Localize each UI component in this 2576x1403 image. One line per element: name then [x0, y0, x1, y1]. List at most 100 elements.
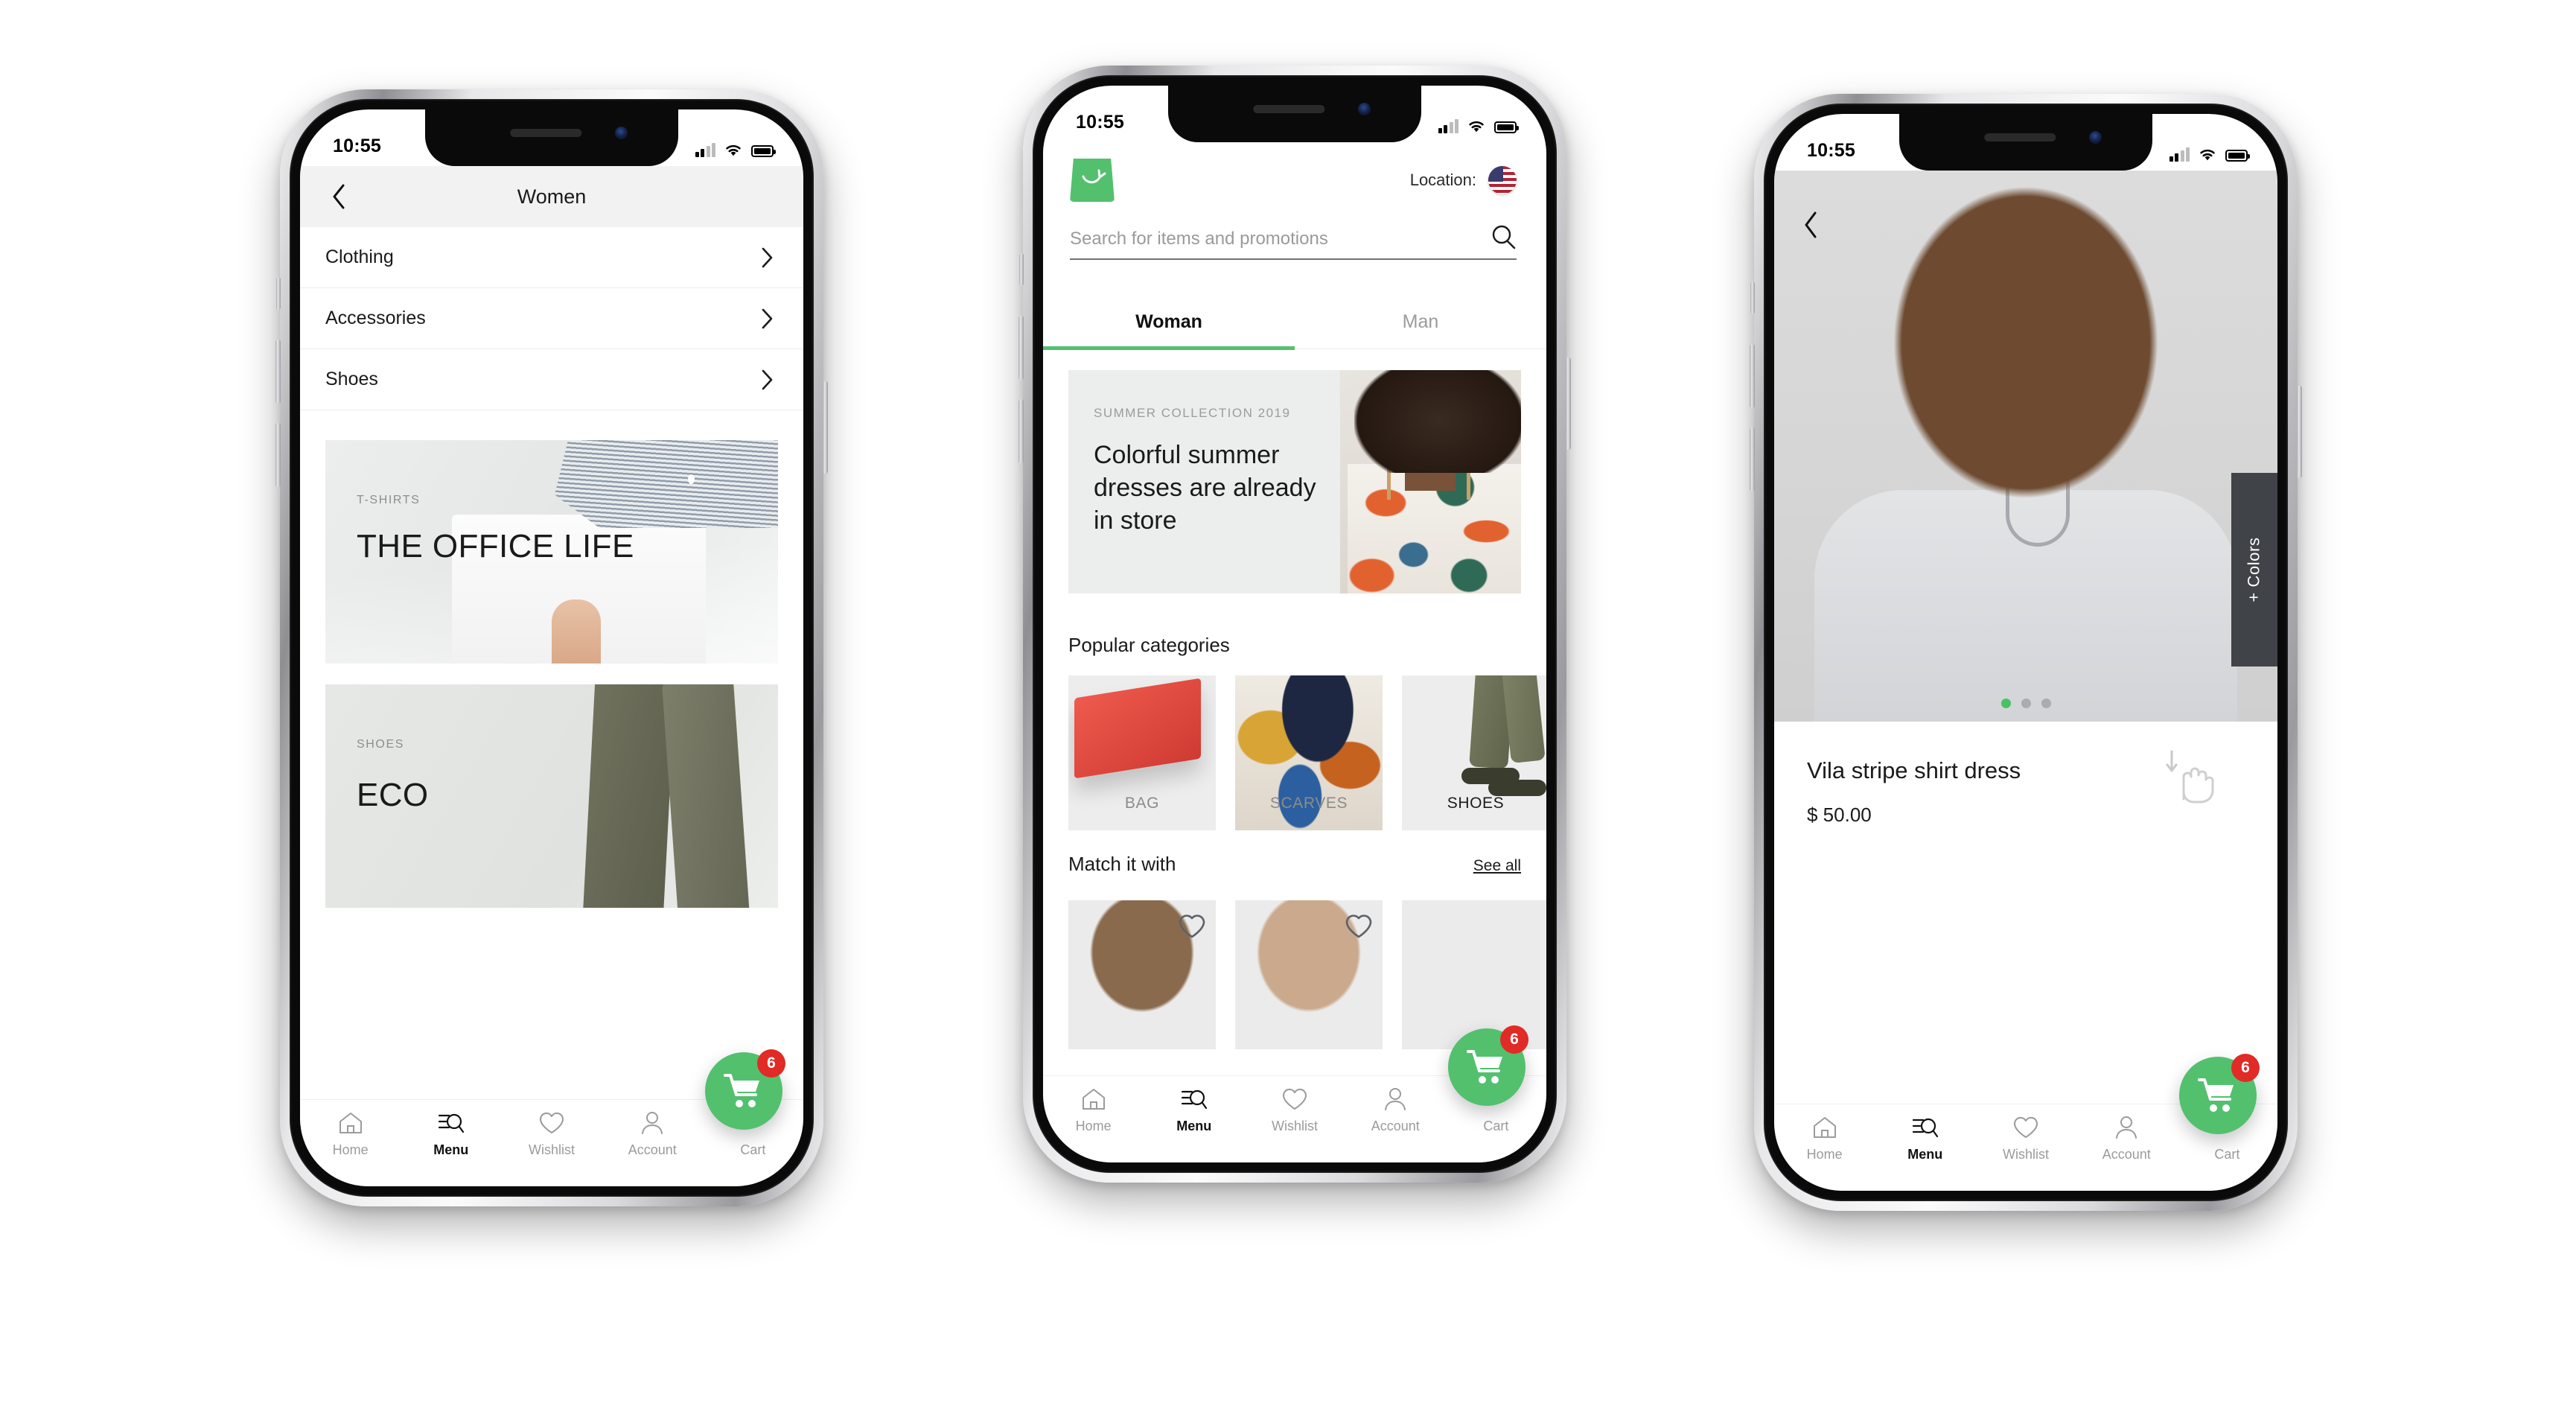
menu-search-icon — [1181, 1087, 1208, 1112]
home-icon — [338, 1110, 363, 1136]
phone-3-screen: 10:55 + Colors Vila stripe shirt dress $… — [1774, 114, 2277, 1191]
silent-switch[interactable] — [1019, 253, 1024, 286]
tab-wishlist[interactable]: Wishlist — [501, 1110, 602, 1158]
power-button[interactable] — [1566, 357, 1571, 450]
wishlist-button[interactable] — [1344, 912, 1374, 943]
home-icon — [1812, 1115, 1837, 1140]
cart-fab-button[interactable]: 6 — [2179, 1054, 2260, 1134]
chevron-left-icon — [1805, 211, 1817, 238]
volume-down-button[interactable] — [275, 423, 281, 487]
category-label: SCARVES — [1269, 795, 1348, 812]
promo-title: ECO — [357, 777, 429, 813]
tab-label: Menu — [1907, 1147, 1943, 1162]
silent-switch[interactable] — [276, 277, 281, 310]
power-button[interactable] — [2297, 386, 2302, 478]
phone-1-screen: 10:55 Women Clothing Accessories Shoes T… — [300, 109, 803, 1186]
pagination-dot[interactable] — [2021, 699, 2031, 708]
tab-home[interactable]: Home — [1774, 1115, 1875, 1162]
front-camera — [615, 127, 628, 139]
us-flag-icon — [1488, 166, 1517, 194]
tab-wishlist[interactable]: Wishlist — [1975, 1115, 2076, 1162]
category-card-bag[interactable]: BAG — [1068, 675, 1216, 830]
promo-banner-tshirts[interactable]: T-SHIRTS THE OFFICE LIFE — [325, 440, 778, 664]
chevron-right-icon — [762, 308, 773, 328]
category-card-scarves[interactable]: SCARVES — [1235, 675, 1383, 830]
power-button[interactable] — [823, 381, 828, 474]
hero-title: Colorful summer dresses are already in s… — [1094, 441, 1316, 535]
status-time: 10:55 — [333, 136, 381, 156]
cart-fab-button[interactable]: 6 — [1448, 1025, 1528, 1106]
chevron-left-icon — [333, 184, 345, 209]
tab-account[interactable]: Account — [1345, 1087, 1446, 1134]
wifi-icon — [2200, 149, 2215, 161]
list-item-label: Accessories — [325, 308, 426, 328]
hero-banner[interactable]: SUMMER COLLECTION 2019 Colorful summer d… — [1068, 370, 1521, 594]
product-card[interactable] — [1235, 900, 1383, 1049]
see-all-link[interactable]: See all — [1473, 857, 1521, 875]
shopping-cart-icon — [2198, 1078, 2234, 1112]
colors-tab-button[interactable]: + Colors — [2231, 473, 2277, 666]
wishlist-button[interactable] — [1177, 912, 1207, 943]
cart-badge: 6 — [2231, 1054, 2260, 1082]
tab-home[interactable]: Home — [1043, 1087, 1144, 1134]
page-header: Women — [300, 166, 803, 227]
status-indicators — [2169, 147, 2250, 162]
silent-switch[interactable] — [1750, 281, 1755, 314]
tab-menu[interactable]: Menu — [1875, 1115, 1975, 1162]
bag-arrow-glyph — [1082, 169, 1106, 184]
earpiece-speaker — [510, 129, 582, 137]
product-card[interactable] — [1068, 900, 1216, 1049]
category-card-shoes[interactable]: SHOES — [1402, 675, 1546, 830]
volume-down-button[interactable] — [1018, 399, 1024, 463]
product-gallery[interactable]: + Colors — [1774, 171, 2277, 722]
tab-label: Cart — [1483, 1119, 1509, 1133]
tab-label: Account — [1371, 1119, 1420, 1133]
tab-menu[interactable]: Menu — [1144, 1087, 1244, 1134]
tab-label: Wishlist — [1272, 1119, 1318, 1133]
search-input[interactable] — [1070, 229, 1481, 249]
gender-tabs: Woman Man — [1043, 296, 1546, 350]
tab-account[interactable]: Account — [602, 1110, 703, 1158]
tab-account[interactable]: Account — [2076, 1115, 2177, 1162]
match-products-list — [1068, 900, 1546, 1049]
tab-woman[interactable]: Woman — [1043, 296, 1295, 350]
promo-banner-shoes[interactable]: SHOES ECO — [325, 684, 778, 908]
popular-categories-title: Popular categories — [1068, 634, 1230, 656]
back-button[interactable] — [1802, 211, 1819, 243]
match-it-with-title: Match it with — [1068, 853, 1176, 875]
cellular-signal-icon — [1438, 119, 1458, 133]
list-item-accessories[interactable]: Accessories — [300, 288, 803, 349]
phone-3-device: 10:55 + Colors Vila stripe shirt dress $… — [1750, 94, 2302, 1211]
list-item-shoes[interactable]: Shoes — [300, 349, 803, 410]
cellular-signal-icon — [695, 143, 715, 157]
app-logo[interactable] — [1070, 159, 1115, 202]
menu-search-icon — [438, 1110, 465, 1136]
search-bar[interactable] — [1070, 224, 1517, 260]
heart-icon — [538, 1110, 565, 1136]
cart-fab-button[interactable]: 6 — [705, 1049, 785, 1130]
tab-home[interactable]: Home — [300, 1110, 401, 1158]
search-icon[interactable] — [1491, 224, 1517, 249]
tab-menu[interactable]: Menu — [401, 1110, 501, 1158]
tab-label: Account — [628, 1142, 677, 1157]
location-selector[interactable]: Location: — [1410, 166, 1517, 194]
promo-kicker: T-SHIRTS — [357, 494, 421, 506]
list-item-clothing[interactable]: Clothing — [300, 227, 803, 288]
volume-down-button[interactable] — [1750, 427, 1755, 491]
volume-up-button[interactable] — [275, 340, 281, 404]
front-camera — [1358, 103, 1371, 115]
phone-1-bezel: 10:55 Women Clothing Accessories Shoes T… — [290, 99, 814, 1197]
tab-label: Menu — [433, 1142, 469, 1157]
product-card[interactable] — [1402, 900, 1546, 1049]
tab-man[interactable]: Man — [1295, 296, 1546, 349]
tab-wishlist[interactable]: Wishlist — [1244, 1087, 1345, 1134]
chevron-right-icon — [762, 247, 773, 267]
phone-1-device: 10:55 Women Clothing Accessories Shoes T… — [275, 89, 828, 1206]
status-indicators — [1438, 119, 1519, 133]
back-button[interactable] — [325, 183, 352, 210]
volume-up-button[interactable] — [1750, 344, 1755, 408]
tab-label: Menu — [1176, 1119, 1212, 1133]
pagination-dot[interactable] — [2000, 699, 2011, 708]
pagination-dot[interactable] — [2041, 699, 2051, 708]
volume-up-button[interactable] — [1018, 316, 1024, 380]
